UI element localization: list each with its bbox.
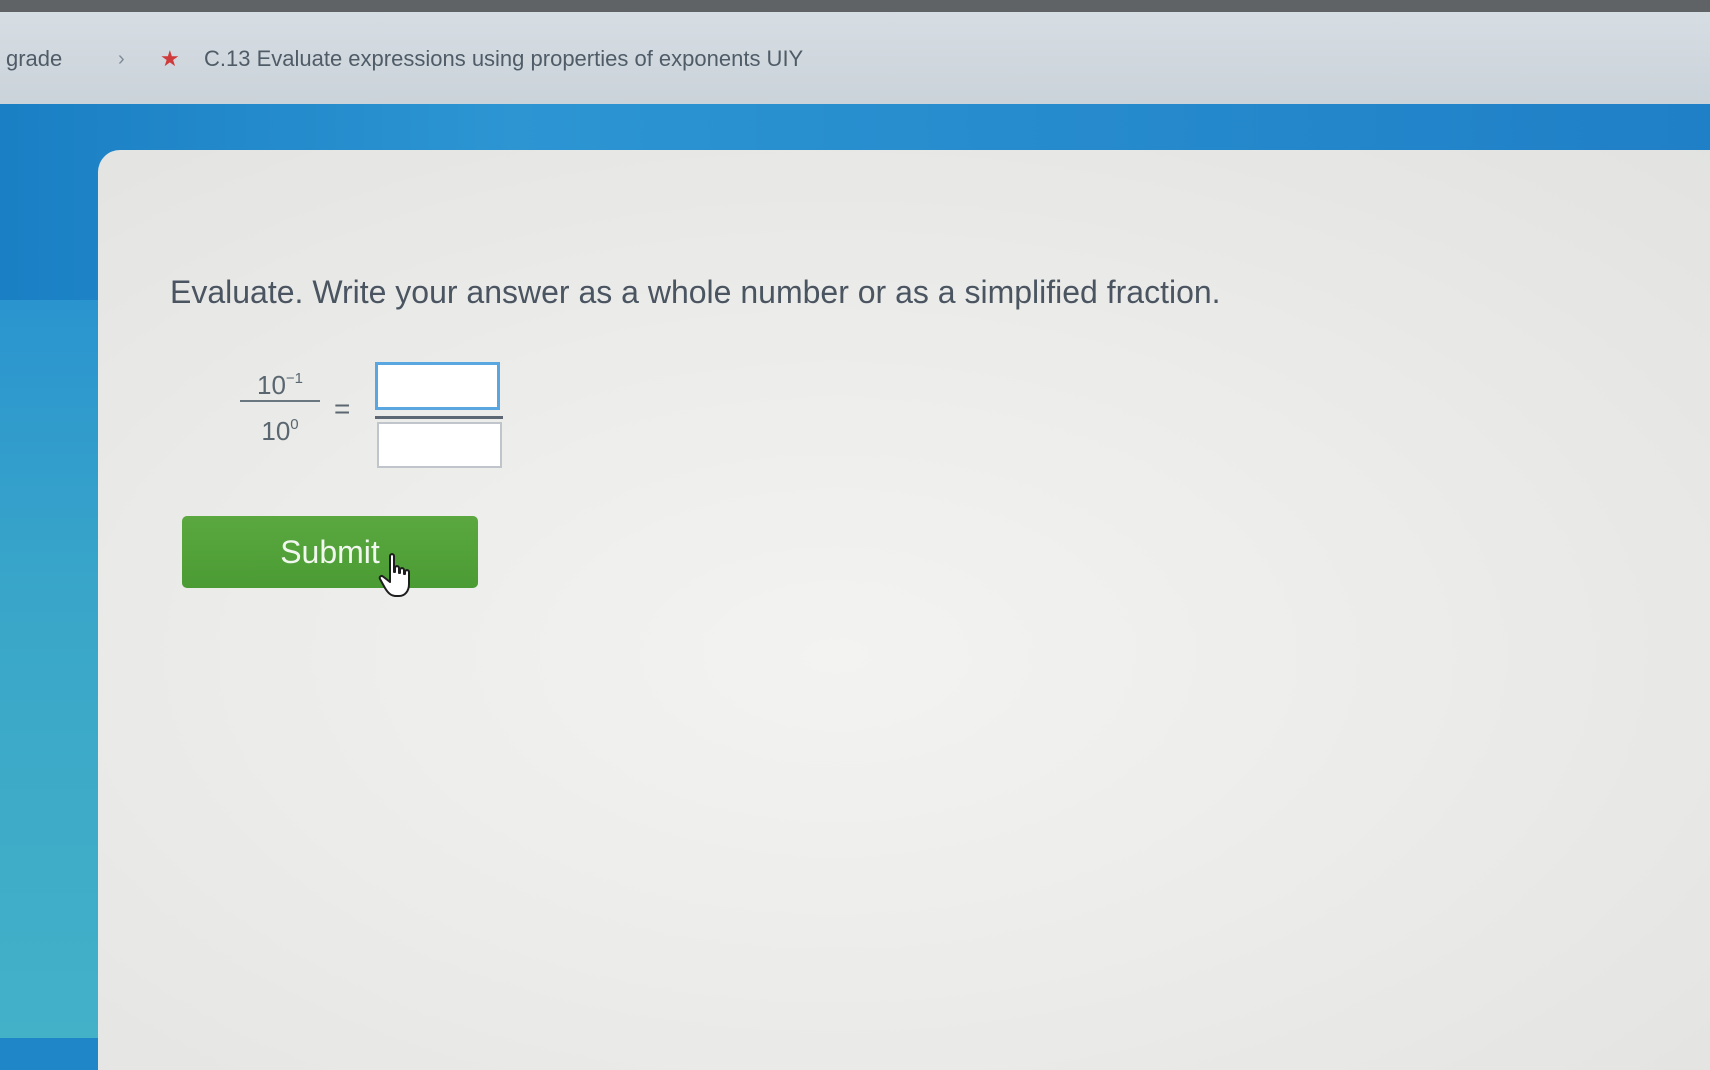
equals-sign: = [334, 393, 351, 424]
expression-numerator: 10−1 [240, 360, 320, 400]
fraction-bar [240, 400, 320, 402]
submit-button[interactable]: Submit [182, 516, 478, 588]
top-strip [0, 0, 1710, 12]
numerator-exponent: −1 [285, 370, 304, 387]
chevron-right-icon: › [118, 48, 125, 70]
expression-denominator: 100 [240, 406, 320, 446]
hand-pointer-icon [378, 553, 410, 597]
star-icon: ★ [160, 46, 180, 71]
answer-numerator-input[interactable] [375, 362, 500, 410]
breadcrumb: grade › ★ C.13 Evaluate expressions usin… [0, 12, 1710, 104]
expression-fraction: 10−1 100 [240, 360, 320, 446]
denominator-exponent: 0 [290, 416, 299, 433]
numerator-base: 10 [256, 370, 286, 400]
answer-fraction-bar [375, 416, 503, 419]
breadcrumb-grade-link[interactable]: grade [6, 46, 62, 72]
question-instructions: Evaluate. Write your answer as a whole n… [170, 274, 1221, 310]
answer-denominator-input[interactable] [377, 422, 502, 468]
skill-title: C.13 Evaluate expressions using properti… [204, 46, 804, 71]
denominator-base: 10 [261, 416, 291, 446]
